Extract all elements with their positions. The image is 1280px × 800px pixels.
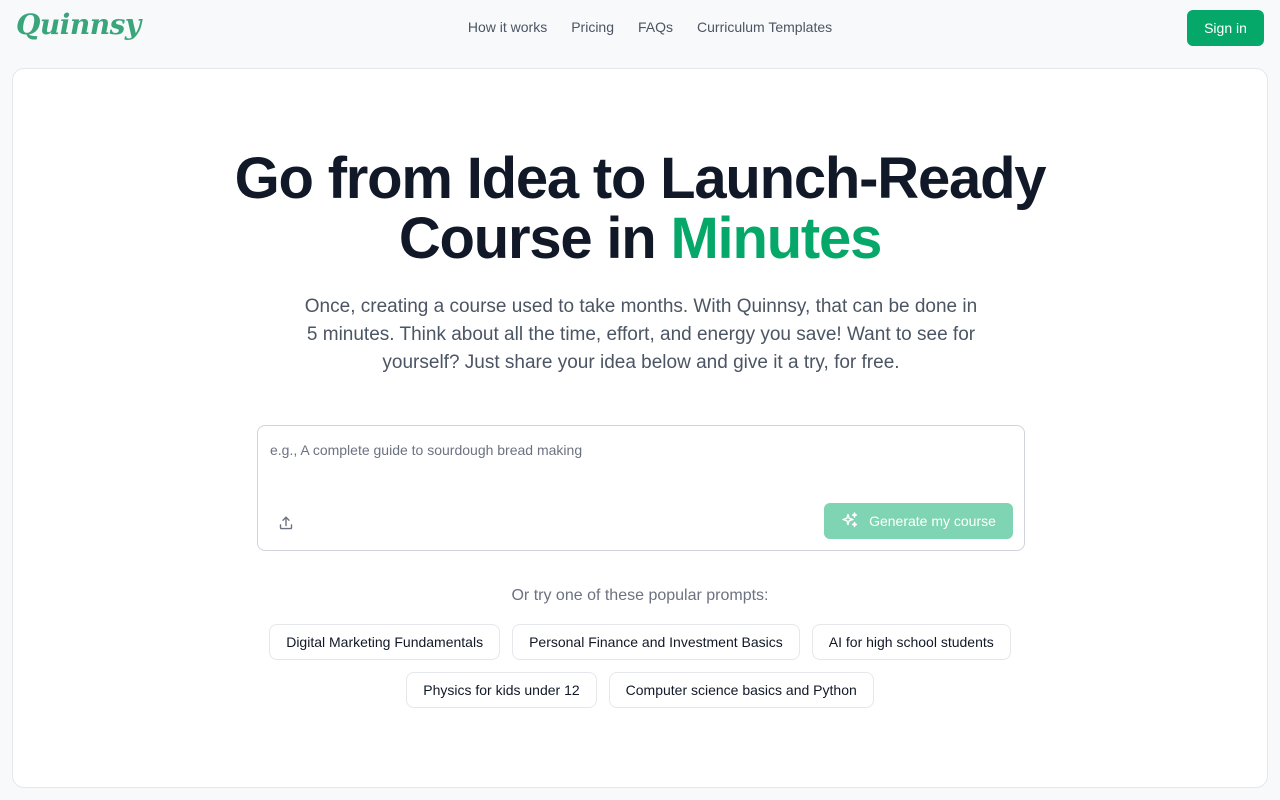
- top-bar: Quinnsy How it works Pricing FAQs Curric…: [0, 0, 1280, 56]
- headline-line-2-prefix: Course in: [398, 206, 671, 271]
- course-idea-input[interactable]: [270, 442, 1010, 482]
- main-nav: How it works Pricing FAQs Curriculum Tem…: [0, 19, 1280, 35]
- headline-accent: Minutes: [670, 206, 882, 271]
- hero-subtitle: Once, creating a course used to take mon…: [304, 296, 978, 373]
- suggestion-chip[interactable]: Physics for kids under 12: [406, 672, 597, 708]
- course-prompt-box: Generate my course: [257, 425, 1025, 551]
- suggestions-row-2: Physics for kids under 12 Computer scien…: [13, 672, 1267, 708]
- nav-pricing[interactable]: Pricing: [571, 19, 614, 35]
- suggestion-chip[interactable]: Computer science basics and Python: [608, 672, 874, 708]
- nav-faqs[interactable]: FAQs: [638, 19, 673, 35]
- nav-how-it-works[interactable]: How it works: [468, 19, 547, 35]
- sparkles-icon: [841, 511, 859, 532]
- sign-in-button[interactable]: Sign in: [1187, 10, 1264, 46]
- generate-course-button[interactable]: Generate my course: [824, 503, 1013, 539]
- suggestion-chip[interactable]: Digital Marketing Fundamentals: [269, 624, 501, 660]
- suggestion-chip[interactable]: AI for high school students: [811, 624, 1011, 660]
- hero-headline: Go from Idea to Launch-Ready Course in M…: [13, 149, 1267, 269]
- suggestions-label: Or try one of these popular prompts:: [511, 587, 769, 604]
- suggestion-chip[interactable]: Personal Finance and Investment Basics: [512, 624, 800, 660]
- headline-line-1: Go from Idea to Launch-Ready: [234, 146, 1047, 211]
- hero-card: Go from Idea to Launch-Ready Course in M…: [12, 68, 1268, 788]
- generate-course-label: Generate my course: [869, 513, 996, 529]
- nav-curriculum-templates[interactable]: Curriculum Templates: [697, 19, 832, 35]
- suggestions-row-1: Digital Marketing Fundamentals Personal …: [13, 624, 1267, 660]
- upload-icon[interactable]: [276, 513, 296, 533]
